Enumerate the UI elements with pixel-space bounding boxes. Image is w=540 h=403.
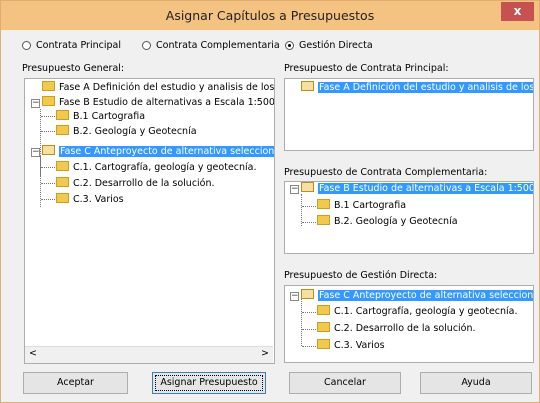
folder-icon: [56, 177, 69, 187]
tree-item-label: C.2. Desarrollo de la solución.: [73, 178, 215, 189]
radio-label: Contrata Principal: [36, 39, 121, 51]
directa-tree[interactable]: − Fase C Anteproyecto de alternativa sel…: [284, 285, 534, 363]
folder-icon: [42, 81, 55, 91]
tree-item[interactable]: C.1. Cartografía, geología y geotecnía.: [317, 305, 518, 319]
tree-line: [301, 298, 302, 346]
tree-item[interactable]: Fase A Definición del estudio y analisis…: [42, 81, 275, 95]
tree-item[interactable]: B.2. Geología y Geotecnía: [56, 125, 197, 139]
folder-icon: [317, 322, 330, 332]
close-button[interactable]: x: [501, 2, 534, 21]
folder-icon: [317, 305, 330, 315]
tree-item[interactable]: C.2. Desarrollo de la solución.: [56, 177, 215, 191]
folder-icon: [317, 215, 330, 225]
scroll-left-arrow[interactable]: <: [29, 348, 37, 359]
tree-item-label: Fase A Definición del estudio y analisis…: [318, 82, 533, 93]
tree-line: [302, 329, 316, 330]
tree-item[interactable]: Fase A Definición del estudio y analisis…: [301, 81, 533, 95]
cancelar-button[interactable]: Cancelar: [289, 372, 401, 394]
radio-gestion-directa[interactable]: Gestión Directa: [285, 37, 373, 53]
tree-line: [302, 222, 316, 223]
open-folder-icon: [42, 145, 55, 155]
radio-label: Contrata Complementaria: [156, 39, 280, 51]
tree-item-label: B.1 Cartografia: [73, 111, 146, 122]
folder-icon: [317, 339, 330, 349]
tree-item-label: Fase B Estudio de alternativas a Escala …: [318, 183, 533, 194]
tree-item-label: C.3. Varios: [334, 340, 385, 351]
tree-item-label: Fase B Estudio de alternativas a Escala …: [59, 97, 275, 108]
tree-item[interactable]: C.3. Varios: [56, 193, 124, 207]
tree-line: [41, 167, 55, 168]
aceptar-button[interactable]: Aceptar: [23, 372, 128, 394]
general-label: Presupuesto General:: [22, 63, 125, 74]
asignar-presupuesto-button[interactable]: Asignar Presupuesto: [152, 372, 266, 394]
open-folder-icon: [301, 182, 314, 192]
radio-contrata-complementaria[interactable]: Contrata Complementaria: [142, 37, 280, 53]
radio-icon: [22, 40, 31, 50]
tree-item[interactable]: C.2. Desarrollo de la solución.: [317, 322, 476, 336]
directa-label: Presupuesto de Gestión Directa:: [284, 270, 438, 281]
tree-line: [41, 131, 55, 132]
principal-label: Presupuesto de Contrata Principal:: [284, 63, 449, 74]
collapse-toggle[interactable]: −: [31, 99, 40, 108]
folder-icon: [56, 161, 69, 171]
tree-item[interactable]: B.2. Geología y Geotecnía: [317, 215, 458, 229]
tree-line: [41, 116, 55, 117]
radio-icon: [142, 40, 151, 50]
tree-line: [41, 199, 55, 200]
ayuda-button[interactable]: Ayuda: [420, 372, 532, 394]
tree-item-selected[interactable]: Fase C Anteproyecto de alternativa selec…: [42, 145, 274, 159]
radio-icon-checked: [285, 40, 294, 50]
tree-item-label: C.3. Varios: [73, 194, 124, 205]
folder-icon: [42, 96, 55, 106]
scroll-right-arrow[interactable]: >: [261, 348, 269, 359]
title-bar: Asignar Capítulos a Presupuestos x: [1, 1, 539, 30]
tree-item[interactable]: Fase B Estudio de alternativas a Escala …: [42, 96, 275, 110]
complementaria-label: Presupuesto de Contrata Complementaria:: [284, 167, 488, 178]
tree-line: [302, 346, 316, 347]
folder-icon: [56, 110, 69, 120]
folder-icon: [317, 199, 330, 209]
open-folder-icon: [301, 289, 314, 299]
tree-line: [41, 183, 55, 184]
collapse-toggle[interactable]: −: [290, 292, 299, 301]
tree-line: [302, 206, 316, 207]
tree-item-label: B.2. Geología y Geotecnía: [73, 126, 197, 137]
tree-item-label: C.1. Cartografía, geología y geotecnía.: [334, 306, 518, 317]
tree-item[interactable]: C.3. Varios: [317, 339, 385, 353]
general-tree[interactable]: Fase A Definición del estudio y analisis…: [24, 78, 275, 364]
horizontal-scrollbar[interactable]: < >: [25, 346, 273, 363]
tree-line: [302, 312, 316, 313]
collapse-toggle[interactable]: −: [290, 185, 299, 194]
tree-item-selected[interactable]: Fase C Anteproyecto de alternativa selec…: [301, 289, 533, 303]
tree-item-label: C.1. Cartografía, geología y geotecnía.: [73, 162, 257, 173]
folder-icon: [56, 125, 69, 135]
principal-tree[interactable]: Fase A Definición del estudio y analisis…: [284, 78, 534, 151]
tree-item-label: C.2. Desarrollo de la solución.: [334, 323, 476, 334]
tree-item[interactable]: C.1. Cartografía, geología y geotecnía.: [56, 161, 257, 175]
tree-item-label: Fase C Anteproyecto de alternativa selec…: [318, 290, 533, 301]
tree-item-label: B.1 Cartografia: [334, 200, 407, 211]
open-folder-icon: [301, 81, 314, 91]
dialog-title: Asignar Capítulos a Presupuestos: [165, 8, 375, 23]
tree-item[interactable]: B.1 Cartografia: [56, 110, 145, 124]
radio-contrata-principal[interactable]: Contrata Principal: [22, 37, 121, 53]
tree-item-selected[interactable]: Fase B Estudio de alternativas a Escala …: [301, 182, 533, 196]
complementaria-tree[interactable]: − Fase B Estudio de alternativas a Escal…: [284, 181, 534, 254]
tree-item-label: B.2. Geología y Geotecnía: [334, 216, 458, 227]
radio-label: Gestión Directa: [299, 39, 373, 51]
folder-icon: [56, 193, 69, 203]
tree-item-label: Fase C Anteproyecto de alternativa selec…: [59, 146, 274, 157]
tree-item-label: Fase A Definición del estudio y analisis…: [59, 82, 275, 93]
collapse-toggle[interactable]: −: [31, 148, 40, 157]
tree-item[interactable]: B.1 Cartografia: [317, 199, 406, 213]
